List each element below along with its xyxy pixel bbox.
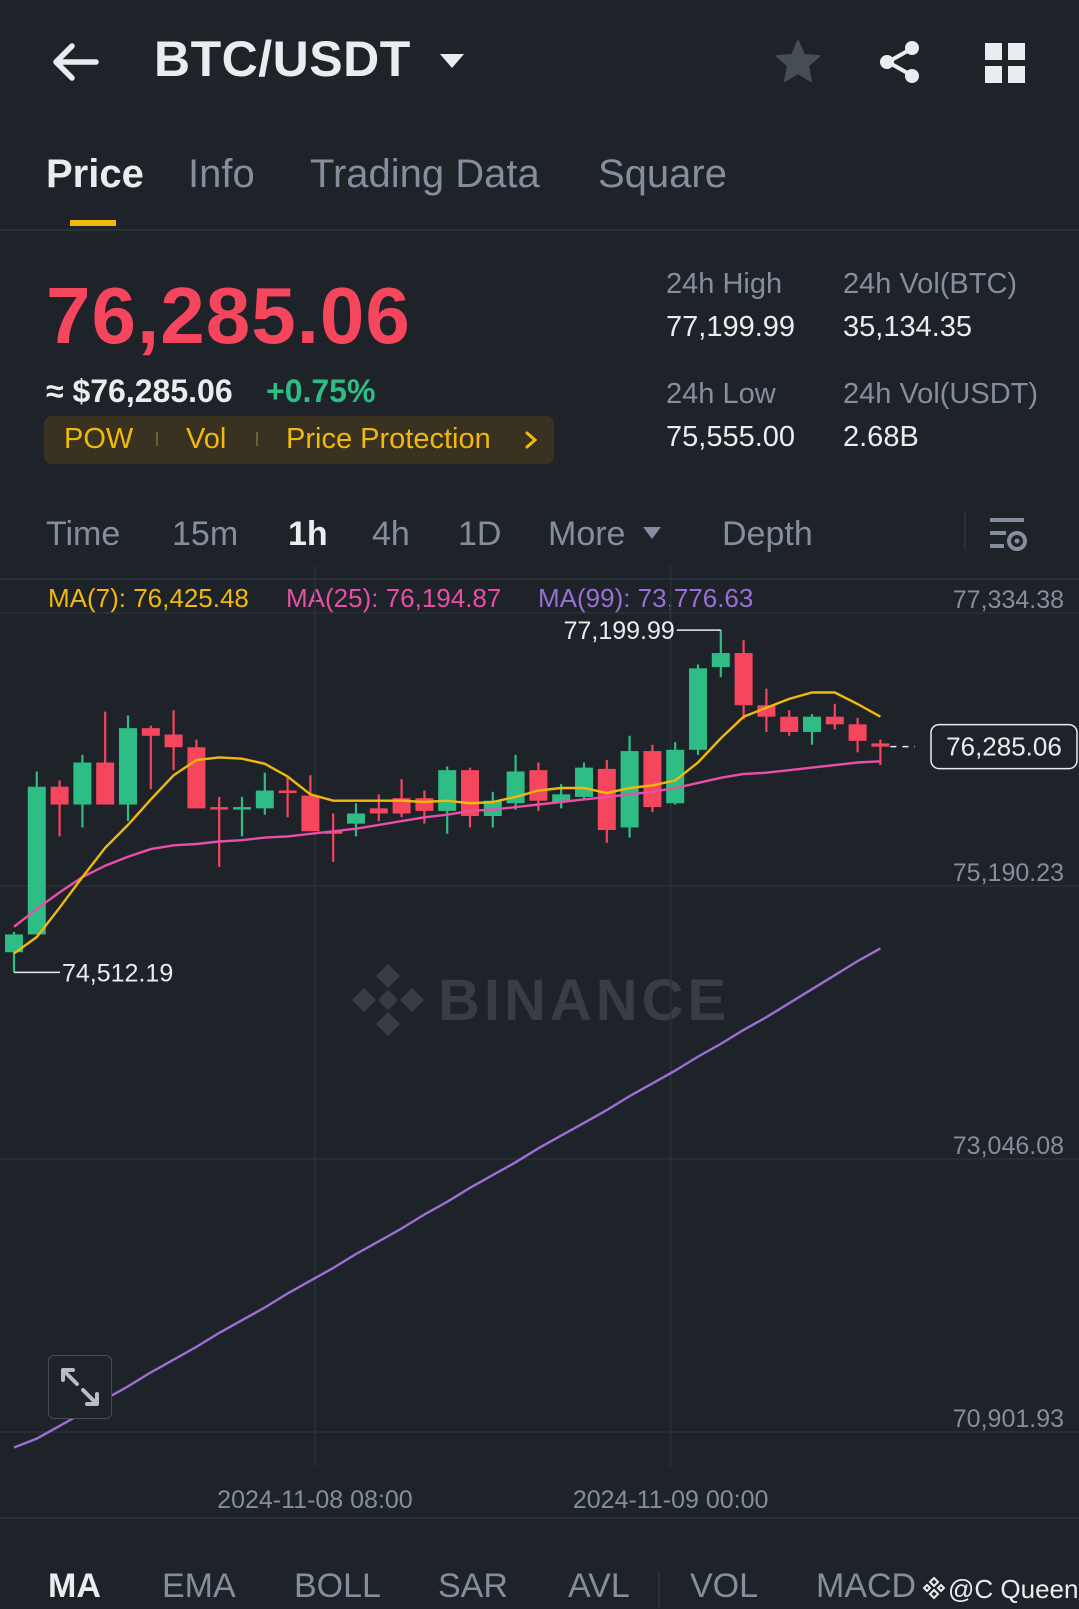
low-24h-value: 75,555.00 bbox=[666, 421, 796, 453]
trading-pair-title[interactable]: BTC/USDT bbox=[154, 30, 411, 88]
current-price-label: 76,285.06 bbox=[946, 732, 1062, 762]
candle-body bbox=[438, 770, 457, 811]
indicator-separator bbox=[658, 1572, 660, 1608]
interval-4h[interactable]: 4h bbox=[372, 515, 410, 554]
caret-down-icon[interactable] bbox=[438, 52, 466, 70]
tag-separator bbox=[156, 432, 158, 446]
candle-body bbox=[96, 762, 115, 805]
indicator-macd[interactable]: MACD bbox=[816, 1567, 916, 1606]
interval-depth[interactable]: Depth bbox=[722, 515, 813, 554]
candle-body bbox=[780, 716, 799, 732]
candle-body bbox=[643, 751, 662, 808]
interval-separator bbox=[964, 512, 966, 550]
tabs-divider bbox=[0, 229, 1079, 231]
candle-body bbox=[278, 790, 297, 794]
candle-body bbox=[187, 747, 206, 809]
candle-body bbox=[369, 808, 388, 814]
interval-15m[interactable]: 15m bbox=[172, 515, 238, 554]
candle-body bbox=[529, 770, 548, 801]
candle-body bbox=[597, 768, 616, 831]
indicator-sar[interactable]: SAR bbox=[438, 1567, 508, 1606]
interval-1h[interactable]: 1h bbox=[288, 515, 328, 554]
y-tick-label: 77,334.38 bbox=[953, 586, 1064, 614]
tab-trading-data[interactable]: Trading Data bbox=[310, 152, 540, 197]
candle-body bbox=[461, 770, 479, 817]
candle-body bbox=[825, 716, 844, 725]
indicator-ma[interactable]: MA bbox=[48, 1567, 101, 1606]
vol-usdt-label: 24h Vol(USDT) bbox=[843, 378, 1039, 410]
interval-1d[interactable]: 1D bbox=[458, 515, 501, 554]
back-arrow-icon[interactable] bbox=[48, 38, 100, 86]
low-marker-label: 74,512.19 bbox=[62, 959, 173, 987]
vol-usdt-value: 2.68B bbox=[843, 421, 919, 453]
tag-pow[interactable]: POW bbox=[64, 423, 133, 456]
more-caret-icon[interactable] bbox=[642, 526, 662, 540]
tab-square[interactable]: Square bbox=[598, 152, 727, 197]
tag-separator bbox=[256, 432, 258, 446]
binance-logo-icon bbox=[922, 1576, 946, 1600]
candle-body bbox=[50, 786, 69, 805]
vol-btc-value: 35,134.35 bbox=[843, 311, 973, 343]
candle-body bbox=[255, 790, 274, 809]
price-change-percent: +0.75% bbox=[266, 373, 376, 409]
ma99-line bbox=[13, 947, 881, 1449]
candle-body bbox=[689, 668, 707, 750]
indicator-boll[interactable]: BOLL bbox=[294, 1567, 381, 1606]
indicator-ema[interactable]: EMA bbox=[162, 1567, 236, 1606]
tab-info[interactable]: Info bbox=[188, 152, 255, 197]
low-24h-label: 24h Low bbox=[666, 378, 776, 410]
high-marker-label: 77,199.99 bbox=[564, 617, 675, 645]
interval-more[interactable]: More bbox=[548, 515, 625, 554]
y-tick-label: 70,901.93 bbox=[953, 1405, 1064, 1433]
candle-body bbox=[347, 813, 365, 824]
x-tick-label: 2024-11-09 00:00 bbox=[573, 1486, 769, 1514]
candle-body bbox=[711, 653, 730, 668]
y-tick-label: 75,190.23 bbox=[953, 859, 1064, 887]
tag-price-protection[interactable]: Price Protection bbox=[286, 423, 491, 456]
last-price: 76,285.06 bbox=[46, 271, 411, 360]
vol-btc-label: 24h Vol(BTC) bbox=[843, 268, 1018, 300]
candlestick-chart[interactable]: 77,334.38 75,190.23 73,046.08 70,901.93 2024… bbox=[0, 566, 1079, 1518]
indicator-vol[interactable]: VOL bbox=[690, 1567, 758, 1606]
indicator-avl[interactable]: AVL bbox=[568, 1567, 630, 1606]
chart-settings-icon[interactable] bbox=[988, 514, 1028, 554]
tab-price[interactable]: Price bbox=[46, 152, 144, 197]
expand-arrows-icon[interactable] bbox=[48, 1355, 112, 1419]
candle-body bbox=[141, 728, 160, 736]
x-tick-label: 2024-11-08 08:00 bbox=[217, 1486, 413, 1514]
chevron-right-icon[interactable] bbox=[522, 429, 540, 451]
approx-usd-price: ≈ $76,285.06 bbox=[46, 373, 233, 409]
indicator-divider bbox=[0, 1517, 1079, 1519]
interval-time[interactable]: Time bbox=[46, 515, 120, 554]
candle-body bbox=[233, 807, 251, 810]
candle-body bbox=[575, 767, 593, 797]
candle-body bbox=[848, 724, 867, 741]
tag-vol[interactable]: Vol bbox=[186, 423, 226, 456]
candle-body bbox=[119, 728, 137, 805]
candle-body bbox=[73, 762, 92, 805]
high-24h-value: 77,199.99 bbox=[666, 311, 796, 343]
candle-body bbox=[210, 807, 229, 810]
candle-body bbox=[164, 734, 183, 748]
y-tick-label: 73,046.08 bbox=[953, 1132, 1064, 1160]
grid-icon[interactable] bbox=[984, 42, 1026, 84]
star-icon[interactable] bbox=[774, 38, 822, 86]
credit-text: @C Queen bbox=[948, 1574, 1079, 1604]
candle-body bbox=[734, 653, 753, 706]
share-icon[interactable] bbox=[876, 38, 924, 86]
candle-body bbox=[301, 795, 320, 832]
candle-body bbox=[871, 743, 890, 747]
candle-body bbox=[415, 798, 434, 811]
candle-body bbox=[27, 786, 46, 935]
candle-body bbox=[803, 716, 821, 732]
high-24h-label: 24h High bbox=[666, 268, 783, 300]
active-tab-indicator bbox=[70, 220, 116, 226]
